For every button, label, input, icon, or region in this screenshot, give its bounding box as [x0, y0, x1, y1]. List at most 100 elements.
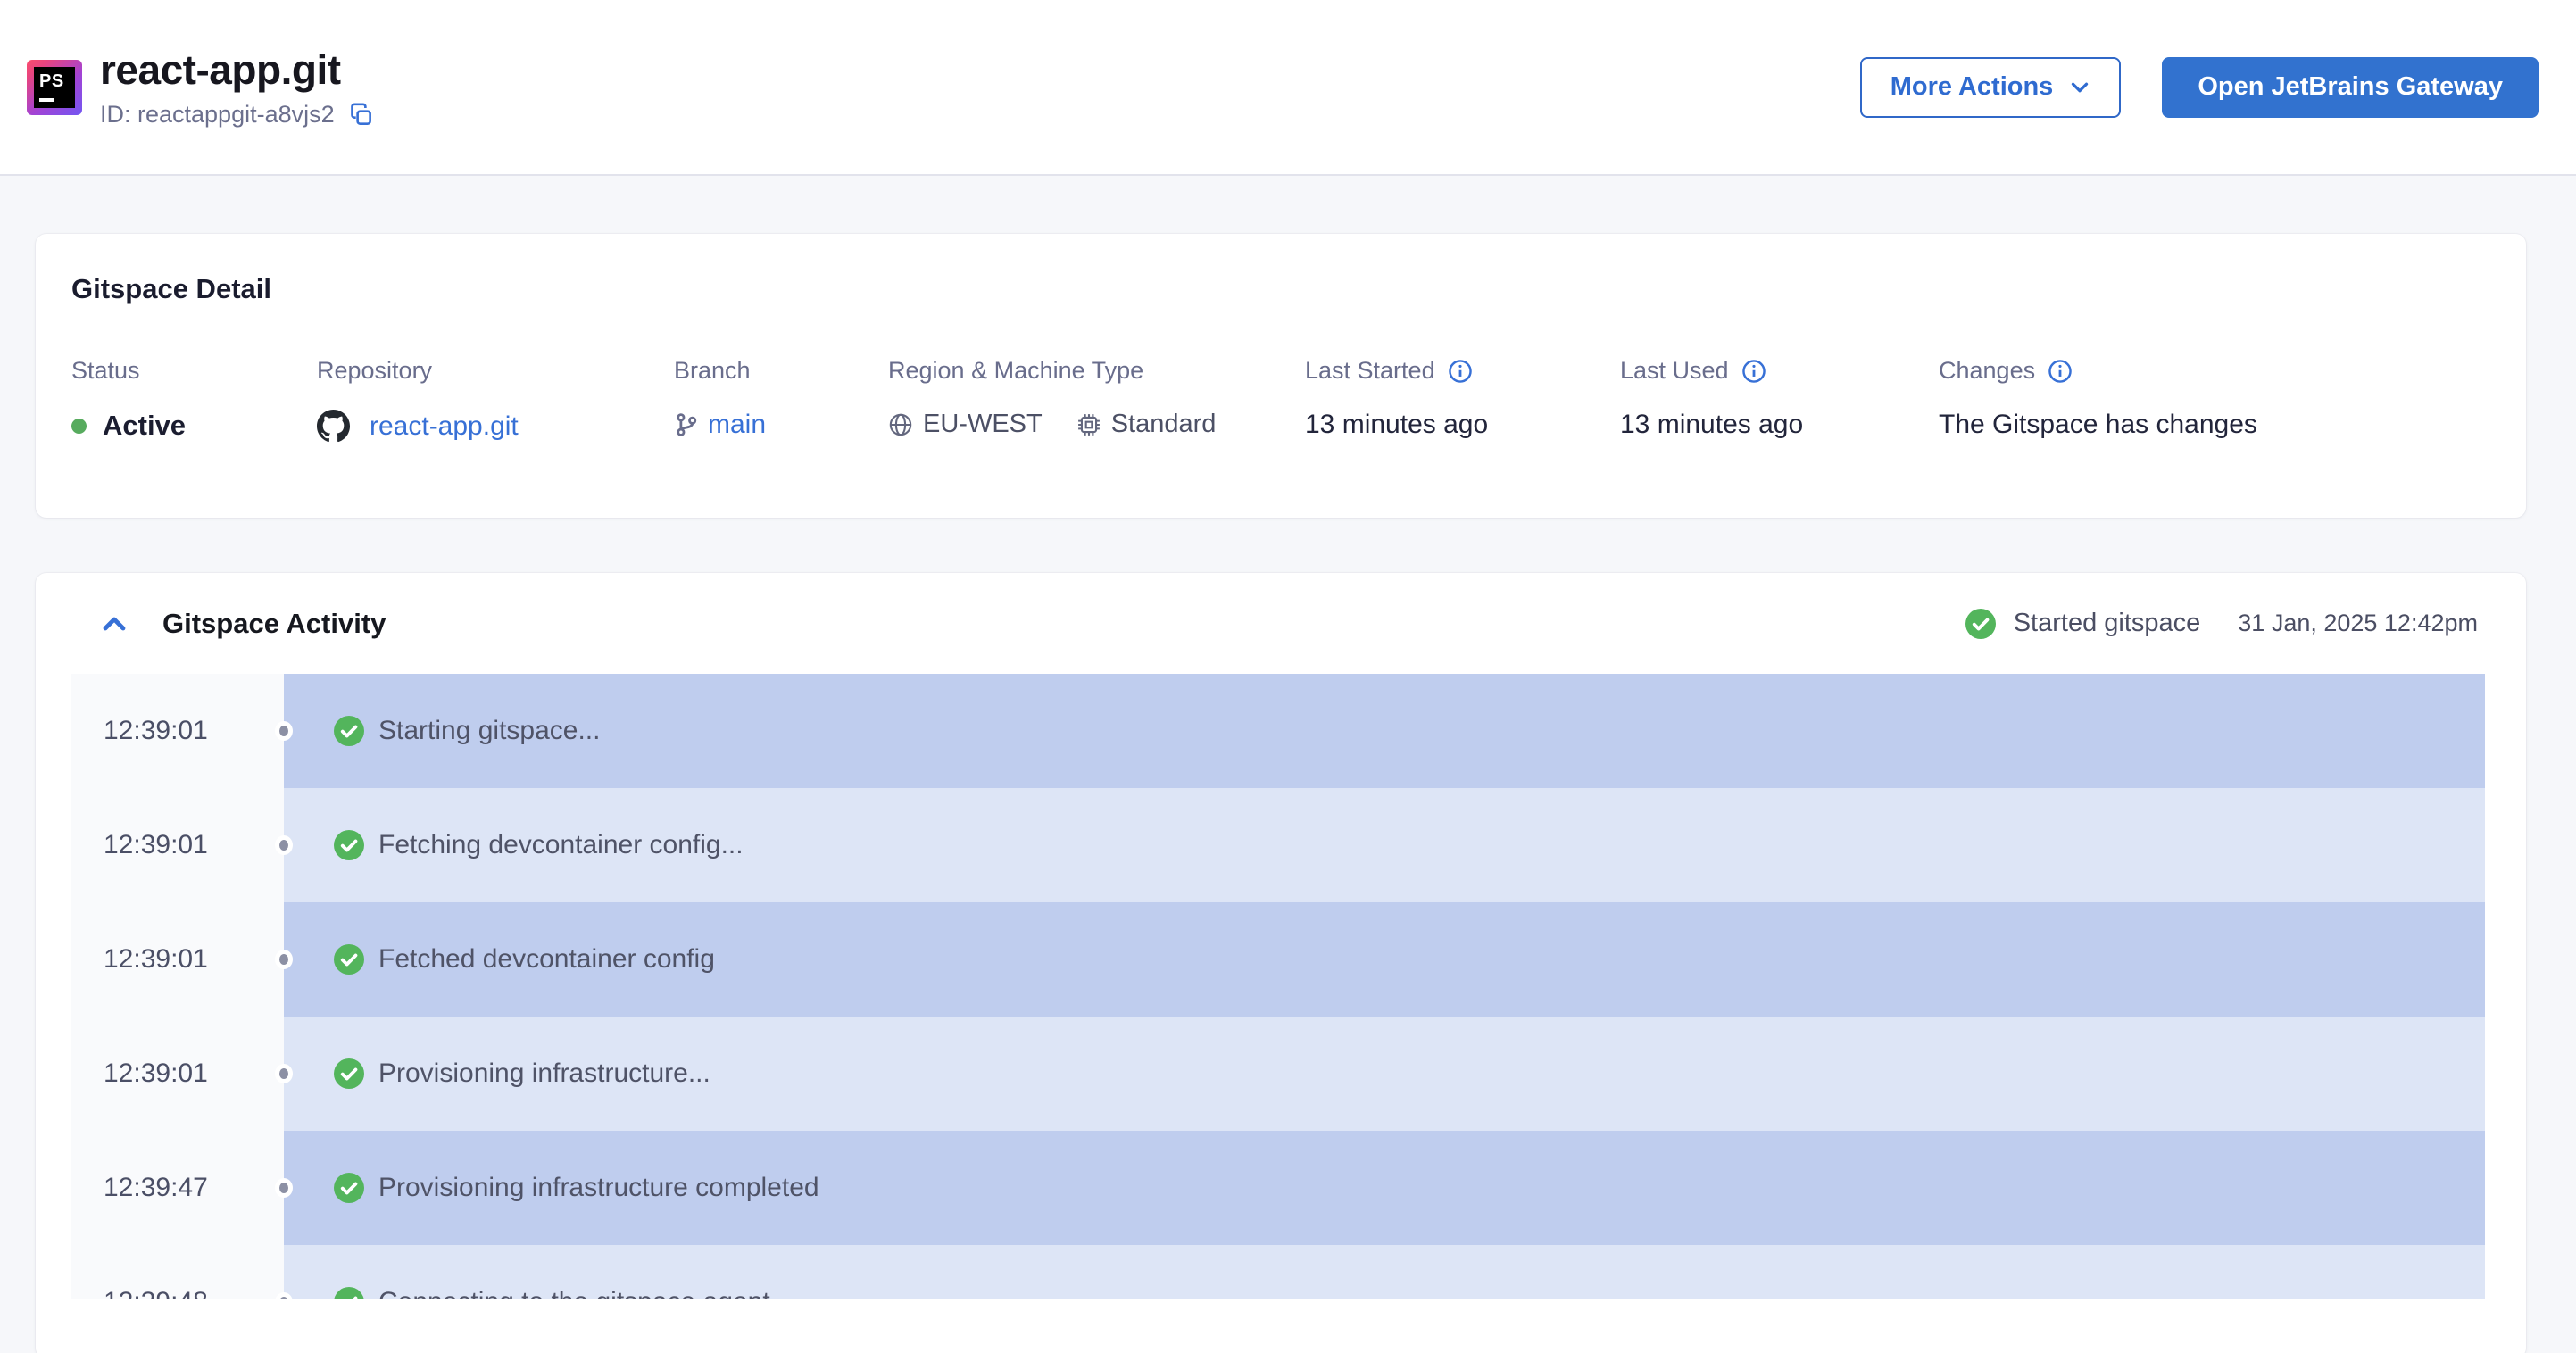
log-entry: Provisioning infrastructure completed — [275, 1131, 2485, 1245]
status-active-dot — [71, 418, 87, 434]
log-row: 12:39:48 Connecting to the gitspace agen… — [71, 1245, 2485, 1299]
branch-value: main — [674, 410, 888, 440]
field-repository: Repository react-app.git — [317, 357, 674, 443]
log-entry: Provisioning infrastructure... — [275, 1017, 2485, 1131]
repository-label: Repository — [317, 357, 433, 384]
log-message: Connecting to the gitspace agent — [378, 1287, 770, 1299]
chevron-up-icon[interactable] — [100, 610, 129, 638]
log-timestamp: 12:39:01 — [71, 674, 284, 788]
region-text: EU-WEST — [923, 410, 1043, 438]
last-started-label: Last Started — [1305, 357, 1620, 385]
more-actions-label: More Actions — [1890, 72, 2054, 101]
log-message: Starting gitspace... — [378, 716, 601, 745]
log-check-circle-icon — [334, 1058, 364, 1089]
header-title-group: PS react-app.git ID: reactappgit-a8vjs2 — [27, 46, 374, 129]
log-row: 12:39:47 Provisioning infrastructure com… — [71, 1131, 2485, 1245]
detail-fields: Status Active Repository react-app.git B… — [71, 357, 2526, 443]
last-used-label: Last Used — [1620, 357, 1939, 385]
changes-label: Changes — [1939, 357, 2257, 385]
phpstorm-icon-underscore — [39, 97, 54, 102]
field-branch: Branch main — [674, 357, 888, 443]
region-machine-value: EU-WEST Standard — [888, 410, 1305, 439]
log-message: Provisioning infrastructure... — [378, 1058, 710, 1088]
field-last-used: Last Used 13 minutes ago — [1620, 357, 1939, 443]
machine-type-group: Standard — [1076, 410, 1217, 439]
timeline-dot-icon — [275, 950, 293, 969]
check-circle-icon — [1965, 608, 1996, 639]
field-changes: Changes The Gitspace has changes — [1939, 357, 2257, 443]
log-message: Fetching devcontainer config... — [378, 830, 744, 859]
phpstorm-icon-inner: PS — [34, 66, 75, 108]
header-actions: More Actions Open JetBrains Gateway — [1859, 56, 2539, 118]
timeline-dot-icon — [275, 1064, 293, 1083]
log-check-circle-icon — [334, 830, 364, 860]
timeline-dot-icon — [275, 1178, 293, 1198]
changes-info-icon[interactable] — [2048, 359, 2073, 384]
copy-icon[interactable] — [349, 102, 374, 128]
last-used-info-icon[interactable] — [1741, 359, 1766, 384]
workspace-id-row: ID: reactappgit-a8vjs2 — [100, 101, 374, 129]
log-entry: Fetched devcontainer config — [275, 902, 2485, 1017]
workspace-id: ID: reactappgit-a8vjs2 — [100, 101, 335, 128]
log-row: 12:39:01 Fetched devcontainer config — [71, 902, 2485, 1017]
log-timestamp: 12:39:47 — [71, 1131, 284, 1245]
log-timestamp: 12:39:01 — [71, 788, 284, 902]
last-started-info-icon[interactable] — [1448, 359, 1473, 384]
log-timestamp: 12:39:01 — [71, 902, 284, 1017]
activity-status-time: 31 Jan, 2025 12:42pm — [2238, 610, 2478, 636]
log-message: Provisioning infrastructure completed — [378, 1173, 819, 1202]
log-timestamp: 12:39:01 — [71, 1017, 284, 1131]
page-title: react-app.git — [100, 46, 341, 93]
timeline-dot-icon — [275, 721, 293, 741]
gitspace-activity-card: Gitspace Activity Started gitspace 31 Ja… — [36, 573, 2526, 1353]
detail-card-title: Gitspace Detail — [71, 273, 271, 304]
gitspace-detail-page: PS react-app.git ID: reactappgit-a8vjs2 — [0, 0, 2576, 1353]
log-entry: Fetching devcontainer config... — [275, 788, 2485, 902]
open-jetbrains-gateway-button[interactable]: Open JetBrains Gateway — [2162, 56, 2539, 118]
log-row: 12:39:01 Fetching devcontainer config... — [71, 788, 2485, 902]
log-row: 12:39:01 Provisioning infrastructure... — [71, 1017, 2485, 1131]
branch-link[interactable]: main — [708, 410, 766, 440]
changes-label-text: Changes — [1939, 357, 2036, 384]
log-check-circle-icon — [334, 944, 364, 975]
title-block: react-app.git ID: reactappgit-a8vjs2 — [100, 46, 374, 129]
last-used-label-text: Last Used — [1620, 357, 1729, 384]
region-machine-label: Region & Machine Type — [888, 357, 1144, 384]
last-started-label-text: Last Started — [1305, 357, 1435, 384]
activity-log-viewport[interactable]: 12:39:01 Starting gitspace... 12:39:01 F… — [71, 674, 2485, 1299]
activity-status-label: Started gitspace — [2013, 609, 2201, 637]
github-icon — [317, 410, 350, 443]
status-value: Active — [71, 410, 317, 442]
globe-icon — [888, 412, 913, 437]
log-entry: Connecting to the gitspace agent — [275, 1245, 2485, 1299]
log-check-circle-icon — [334, 1173, 364, 1203]
field-last-started: Last Started 13 minutes ago — [1305, 357, 1620, 443]
activity-title: Gitspace Activity — [162, 607, 386, 639]
last-started-value: 13 minutes ago — [1305, 410, 1489, 439]
log-check-circle-icon — [334, 1287, 364, 1299]
more-actions-button[interactable]: More Actions — [1859, 56, 2122, 118]
machine-type-text: Standard — [1110, 410, 1217, 438]
phpstorm-icon: PS — [27, 59, 82, 115]
chevron-down-icon — [2069, 77, 2090, 98]
field-region-machine: Region & Machine Type EU-WEST Standard — [888, 357, 1305, 443]
log-check-circle-icon — [334, 716, 364, 746]
page-header: PS react-app.git ID: reactappgit-a8vjs2 — [0, 0, 2576, 176]
field-status: Status Active — [71, 357, 317, 443]
git-branch-icon — [674, 412, 699, 437]
log-entry: Starting gitspace... — [275, 674, 2485, 788]
log-message: Fetched devcontainer config — [378, 944, 715, 974]
phpstorm-icon-label: PS — [39, 71, 64, 91]
main-content: Gitspace Detail Status Active Repository — [0, 176, 2576, 1353]
repository-link[interactable]: react-app.git — [370, 411, 519, 442]
activity-header: Gitspace Activity Started gitspace 31 Ja… — [36, 573, 2526, 674]
last-used-value: 13 minutes ago — [1620, 410, 1804, 439]
changes-value: The Gitspace has changes — [1939, 410, 2257, 439]
status-label: Status — [71, 357, 140, 384]
repository-value: react-app.git — [317, 410, 674, 443]
branch-label: Branch — [674, 357, 751, 384]
machine-chip-icon — [1076, 412, 1101, 437]
log-timestamp: 12:39:48 — [71, 1245, 284, 1299]
gitspace-detail-card: Gitspace Detail Status Active Repository — [36, 234, 2526, 518]
timeline-dot-icon — [275, 835, 293, 855]
